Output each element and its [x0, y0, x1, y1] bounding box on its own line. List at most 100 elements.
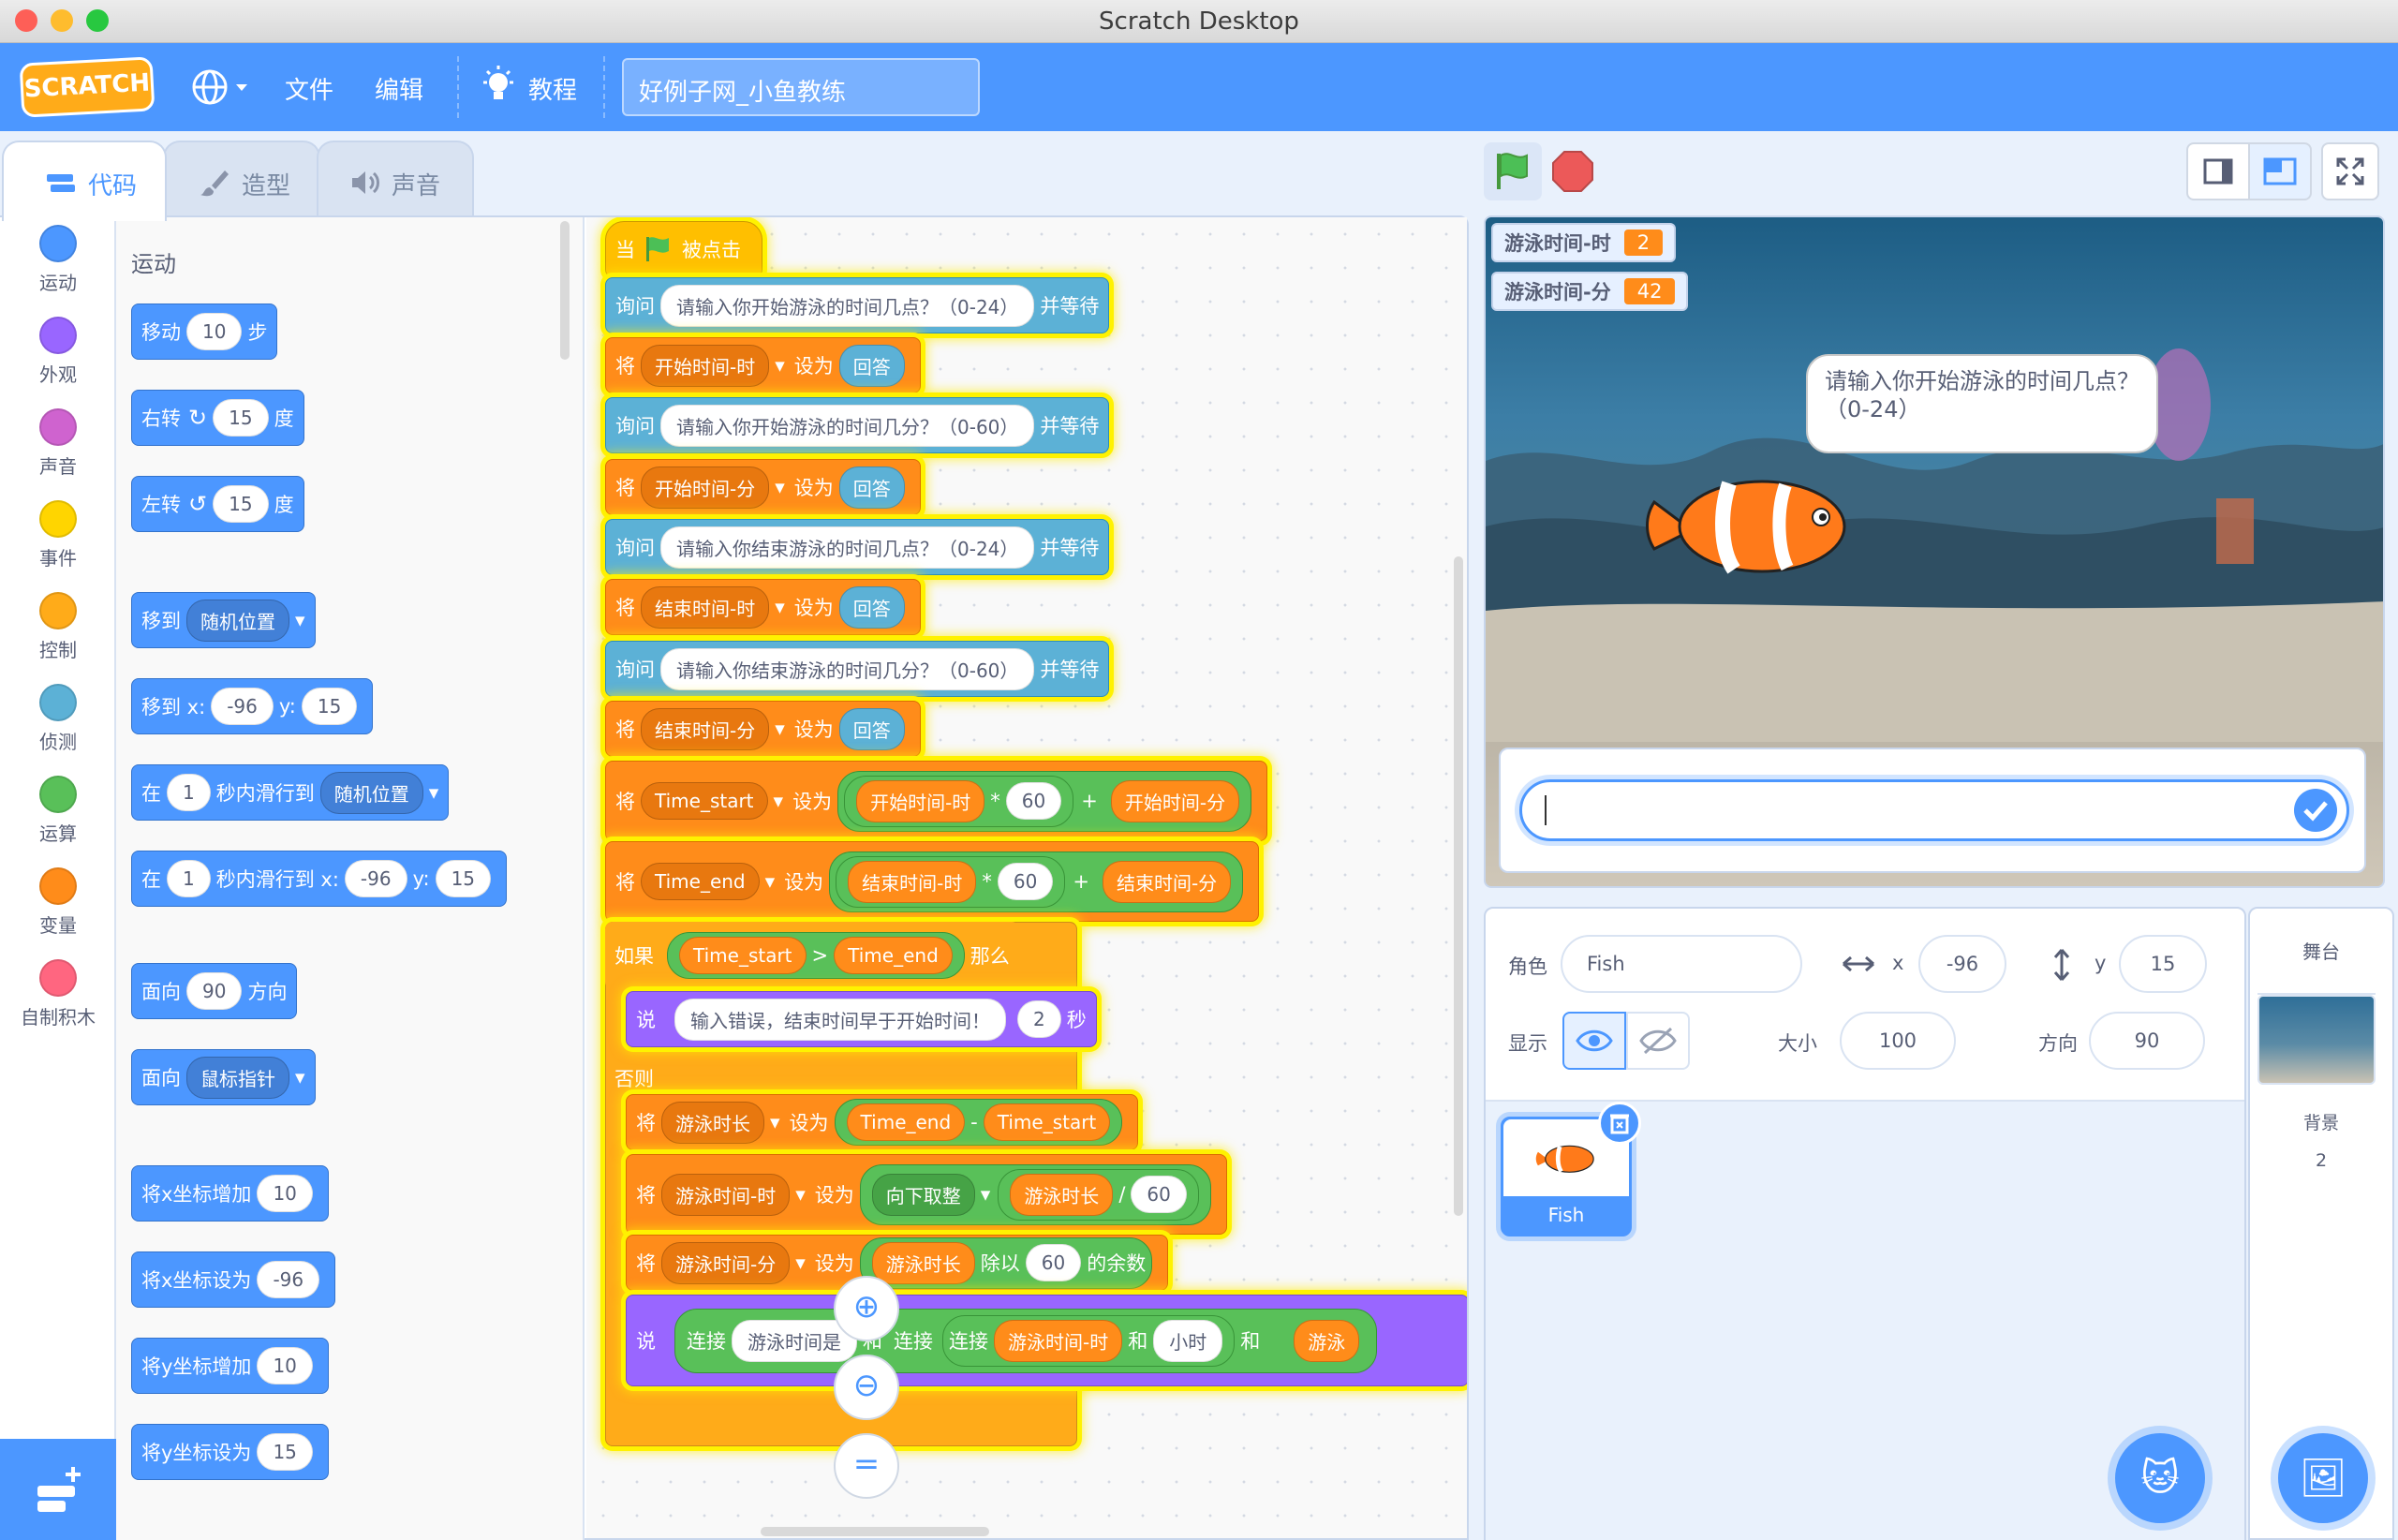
category-sensing[interactable]: 侦测 [0, 684, 116, 754]
multiply-operator[interactable]: 结束时间-时 * 60 [836, 855, 1066, 908]
category-my-blocks[interactable]: 自制积木 [0, 959, 116, 1029]
palette-scrollbar[interactable] [560, 221, 570, 360]
set-var-block-3[interactable]: 将结束时间-时 ▾ 设为 回答 [605, 579, 921, 635]
category-motion[interactable]: 运动 [0, 225, 116, 295]
move-steps-block[interactable]: 移动 10 步 [131, 304, 278, 360]
category-variables[interactable]: 变量 [0, 867, 116, 938]
add-operator[interactable]: 开始时间-时 * 60 + 开始时间-分 [837, 770, 1252, 832]
mod-operator[interactable]: 游泳时长 除以 60 的余数 [859, 1236, 1153, 1289]
code-icon [47, 174, 75, 192]
language-menu[interactable] [189, 66, 253, 109]
sprite-name-input[interactable]: Fish [1561, 935, 1802, 993]
category-variables-label: 变量 [39, 914, 77, 937]
zoom-in-button[interactable]: ⊕ [834, 1276, 899, 1341]
fish-sprite[interactable] [1645, 465, 1870, 586]
add-backdrop-button[interactable]: 🖼 [2278, 1433, 2368, 1523]
tab-sounds[interactable]: 声音 [317, 141, 474, 219]
goto-xy-block[interactable]: 移到 x: -96 y: 15 [131, 678, 374, 734]
category-events[interactable]: 事件 [0, 500, 116, 570]
scripts-workspace[interactable]: 当被点击 询问 请输入你开始游泳的时间几点？（0-24） 并等待 将开始时间-时 ▾ 设… [586, 217, 1467, 1538]
rotate-left-icon: ↺ [188, 491, 208, 517]
change-x-block[interactable]: 将x坐标增加 10 [131, 1165, 329, 1222]
stage-selector-panel[interactable]: 舞台 背景 2 🖼 [2248, 907, 2394, 1540]
variable-monitor-swim-hours[interactable]: 游泳时间-时 2 [1491, 223, 1677, 262]
add-extension-button[interactable] [0, 1439, 116, 1540]
join-operator-nested[interactable]: 连接 游泳时间-时和小时 [942, 1314, 1236, 1367]
show-visible-button[interactable] [1562, 1012, 1626, 1070]
zoom-out-button[interactable]: ⊖ [834, 1355, 899, 1420]
goto-block[interactable]: 移到 随机位置 ▾ [131, 592, 316, 648]
category-sound[interactable]: 声音 [0, 408, 116, 479]
set-var-block-1[interactable]: 将开始时间-时 ▾ 设为 回答 [605, 337, 921, 393]
set-time-end-block[interactable]: 将 Time_end ▾ 设为 结束时间-时 * 60 + 结束时间-分 [605, 841, 1260, 922]
set-swim-minutes-block[interactable]: 将游泳时间-分 ▾ 设为 游泳时长 除以 60 的余数 [626, 1235, 1169, 1291]
category-control[interactable]: 控制 [0, 592, 116, 662]
set-x-block[interactable]: 将x坐标设为 -96 [131, 1251, 336, 1308]
divide-operator[interactable]: 游泳时长/60 [998, 1168, 1199, 1221]
point-towards-block[interactable]: 面向 鼠标指针 ▾ [131, 1049, 316, 1105]
fullscreen-button[interactable] [2321, 142, 2379, 200]
join-operator[interactable]: 连接 游泳时间是和连接 连接 游泳时间-时和小时和游泳 [674, 1308, 1378, 1373]
workspace-h-scrollbar[interactable] [761, 1527, 989, 1536]
y-input[interactable]: 15 [2119, 935, 2207, 993]
ask-block-3[interactable]: 询问 请输入你结束游泳的时间几点？（0-24） 并等待 [605, 519, 1110, 575]
scratch-logo[interactable]: SCRATCH [19, 56, 155, 118]
turn-left-block[interactable]: 左转 ↺ 15 度 [131, 476, 304, 532]
y-label: y [2095, 952, 2107, 974]
x-input[interactable]: -96 [1918, 935, 2006, 993]
chevron-down-icon: ▾ [775, 476, 785, 498]
set-swim-hours-block[interactable]: 将游泳时间-时 ▾ 设为 向下取整 ▾ 游泳时长/60 [626, 1154, 1227, 1235]
ask-block-2[interactable]: 询问 请输入你开始游泳的时间几分？（0-60） 并等待 [605, 397, 1110, 453]
stop-button[interactable] [1551, 150, 1594, 193]
point-direction-block[interactable]: 面向 90 方向 [131, 963, 298, 1019]
stage-canvas[interactable]: 游泳时间-时 2 游泳时间-分 42 请输入你开始游泳的时间几点？（0-24） [1484, 215, 2385, 888]
variable-monitor-swim-minutes[interactable]: 游泳时间-分 42 [1491, 272, 1689, 311]
turn-right-block[interactable]: 右转 ↻ 15 度 [131, 390, 304, 446]
subtract-operator[interactable]: Time_end - Time_start [834, 1099, 1123, 1146]
glide-block[interactable]: 在 1 秒内滑行到 随机位置 ▾ [131, 764, 450, 821]
ask-block-1[interactable]: 询问 请输入你开始游泳的时间几点？（0-24） 并等待 [605, 277, 1110, 333]
set-swim-duration-block[interactable]: 将游泳时长 ▾ 设为 Time_end - Time_start [626, 1094, 1139, 1150]
category-sound-label: 声音 [39, 455, 77, 478]
workspace-v-scrollbar[interactable] [1454, 556, 1463, 1216]
category-operators[interactable]: 运算 [0, 776, 116, 846]
size-input[interactable]: 100 [1840, 1012, 1956, 1070]
delete-sprite-button[interactable] [1598, 1102, 1641, 1145]
say-for-secs-block[interactable]: 说输入错误，结束时间早于开始时间！ 2 秒 [626, 991, 1097, 1047]
tutorials-menu[interactable]: 教程 [480, 64, 583, 111]
add-sprite-button[interactable]: 🐱 [2115, 1433, 2205, 1523]
multiply-operator[interactable]: 开始时间-时 * 60 [844, 775, 1074, 827]
add-operator[interactable]: 结束时间-时 * 60 + 结束时间-分 [829, 851, 1244, 912]
zoom-reset-button[interactable]: = [834, 1433, 899, 1499]
say-join-block[interactable]: 说 连接 游泳时间是和连接 连接 游泳时间-时和小时和游泳 [626, 1295, 1467, 1386]
edit-menu[interactable]: 编辑 [375, 71, 423, 106]
large-stage-button[interactable] [2248, 142, 2312, 200]
set-time-start-block[interactable]: 将 Time_start ▾ 设为 开始时间-时 * 60 + 开始时间-分 [605, 761, 1268, 841]
math-function-operator[interactable]: 向下取整 ▾ 游泳时长/60 [859, 1163, 1211, 1225]
direction-input[interactable]: 90 [2089, 1012, 2205, 1070]
show-hidden-button[interactable] [1626, 1012, 1690, 1070]
change-y-block[interactable]: 将y坐标增加 10 [131, 1338, 329, 1394]
file-menu[interactable]: 文件 [285, 71, 333, 106]
tab-code[interactable]: 代码 [2, 141, 167, 221]
set-var-block-4[interactable]: 将结束时间-分 ▾ 设为 回答 [605, 701, 921, 757]
category-motion-label: 运动 [39, 272, 77, 294]
checkmark-submit-icon[interactable] [2292, 787, 2339, 834]
menu-bar: SCRATCH 文件 编辑 教程 好例子网_小鱼教练 [0, 43, 2398, 131]
backdrop-thumbnail[interactable] [2257, 995, 2376, 1085]
set-var-block-2[interactable]: 将开始时间-分 ▾ 设为 回答 [605, 459, 921, 515]
chevron-down-icon: ▾ [775, 596, 785, 618]
tab-costumes[interactable]: 造型 [163, 141, 320, 219]
sprite-tile-label: Fish [1547, 1204, 1585, 1226]
answer-input[interactable] [1519, 779, 2349, 841]
project-title-input[interactable]: 好例子网_小鱼教练 [622, 58, 980, 116]
small-stage-button[interactable] [2186, 142, 2250, 200]
greater-than-operator[interactable]: Time_start > Time_end [667, 932, 965, 979]
backdrop-label: 背景 [2302, 1113, 2339, 1133]
glide-xy-block[interactable]: 在 1 秒内滑行到 x: -96 y: 15 [131, 851, 508, 907]
set-y-block[interactable]: 将y坐标设为 15 [131, 1424, 329, 1480]
green-flag-button[interactable] [1484, 142, 1542, 200]
when-flag-clicked-block[interactable]: 当被点击 [605, 221, 762, 277]
ask-block-4[interactable]: 询问 请输入你结束游泳的时间几分？（0-60） 并等待 [605, 641, 1110, 697]
category-looks[interactable]: 外观 [0, 317, 116, 387]
